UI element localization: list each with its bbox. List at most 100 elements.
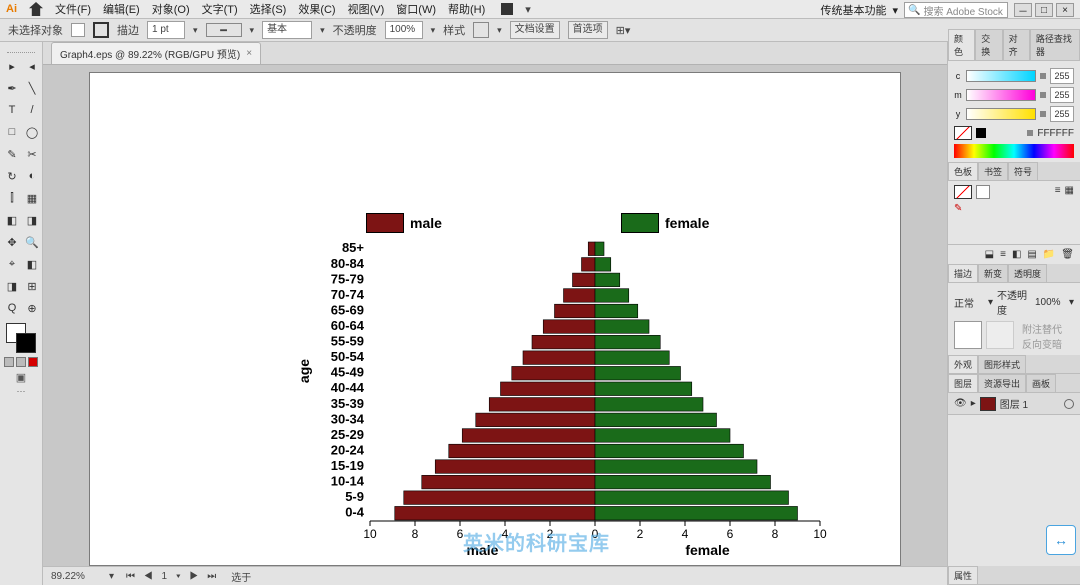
list-view-icon[interactable]: ≡ — [1055, 185, 1061, 199]
panel-tab[interactable]: 交换 — [975, 29, 1002, 60]
maximize-button[interactable]: □ — [1035, 3, 1053, 17]
target-icon[interactable] — [1064, 399, 1074, 409]
menu-item[interactable]: 帮助(H) — [448, 1, 485, 17]
swatches-panel-tabs[interactable]: 色板书签符号 — [948, 162, 1080, 181]
mask-thumb[interactable] — [954, 321, 982, 349]
panel-tab[interactable]: 图形样式 — [978, 355, 1026, 373]
blend-mode-select[interactable]: 正常 — [954, 295, 984, 310]
artboard[interactable]: male female age 85+80-8475-7970-7465-696… — [90, 73, 900, 565]
close-button[interactable]: × — [1056, 3, 1074, 17]
panel-tab[interactable]: 颜色 — [948, 29, 975, 60]
channel-slider[interactable] — [966, 89, 1036, 101]
tool-button[interactable]: ✒ — [3, 79, 21, 97]
tool-button[interactable]: ✎ — [3, 145, 21, 163]
opacity-input[interactable]: 100% — [385, 21, 423, 39]
grid-view-icon[interactable]: ▦ — [1065, 185, 1074, 199]
tool-button[interactable]: ◨ — [3, 277, 21, 295]
stroke-panel-tabs[interactable]: 描边新变透明度 — [948, 264, 1080, 283]
doc-setup-button[interactable]: 文档设置 — [510, 21, 560, 39]
panel-tab[interactable]: 对齐 — [1003, 29, 1030, 60]
tool-button[interactable]: / — [23, 101, 41, 119]
tool-button[interactable]: T — [3, 101, 21, 119]
artboard-nav[interactable]: ⏮ ◀ 1 ▾ ▶ ⏭ — [126, 571, 219, 582]
menu-square-icon[interactable] — [501, 3, 513, 15]
tool-button[interactable]: ✥ — [3, 233, 21, 251]
brush-profile[interactable]: ━ — [206, 23, 242, 37]
channel-slider[interactable] — [966, 70, 1036, 82]
none-swatch-icon[interactable] — [954, 126, 972, 140]
panel-tab[interactable]: 描边 — [948, 264, 978, 282]
menu-item[interactable]: 编辑(E) — [103, 1, 140, 17]
panel-tab[interactable]: 透明度 — [1008, 264, 1047, 282]
file-tab[interactable]: Graph4.eps @ 89.22% (RGB/GPU 预览) × — [51, 42, 261, 64]
panel-tab[interactable]: 画板 — [1026, 374, 1056, 392]
menu-item[interactable]: 文字(T) — [202, 1, 238, 17]
chevron-down-icon[interactable]: ▾ — [109, 571, 114, 582]
black-swatch-icon[interactable] — [976, 128, 986, 138]
fill-stroke-swatches[interactable] — [6, 323, 36, 353]
close-tab-icon[interactable]: × — [246, 48, 252, 59]
prefs-button[interactable]: 首选项 — [568, 21, 608, 39]
trash-icon[interactable]: 🗑 — [1061, 249, 1074, 260]
panel-tab[interactable]: 外观 — [948, 355, 978, 373]
visibility-icon[interactable]: 👁 — [954, 398, 967, 409]
menu-item[interactable]: 文件(F) — [55, 1, 91, 17]
menu-item[interactable]: 对象(O) — [152, 1, 190, 17]
chevron-down-icon[interactable]: ▾ — [892, 4, 898, 17]
tool-button[interactable]: ▸ — [3, 57, 21, 75]
tool-button[interactable]: ⫿ — [3, 189, 21, 207]
tool-button[interactable]: ✂ — [23, 145, 41, 163]
tool-button[interactable]: ◧ — [23, 255, 41, 273]
align-icon[interactable]: ⊞▾ — [616, 24, 631, 37]
brush-def[interactable]: 基本 — [262, 21, 312, 39]
panel-tab[interactable]: 新变 — [978, 264, 1008, 282]
tool-button[interactable]: ╲ — [23, 79, 41, 97]
tool-button[interactable]: Q — [3, 299, 21, 317]
white-swatch[interactable] — [976, 185, 990, 199]
screen-mode-icon[interactable]: ▣ — [16, 371, 26, 384]
menu-item[interactable]: 窗口(W) — [396, 1, 436, 17]
panel-tab[interactable]: 色板 — [948, 162, 978, 180]
spectrum-picker[interactable] — [954, 144, 1074, 158]
style-swatch[interactable] — [473, 22, 489, 38]
tool-button[interactable]: ↻ — [3, 167, 21, 185]
home-icon[interactable] — [29, 2, 43, 16]
panel-menu-icon[interactable]: ⋯ — [17, 386, 26, 397]
folder-icon[interactable]: 📁 — [1043, 249, 1055, 260]
canvas-scroll[interactable]: male female age 85+80-8475-7970-7465-696… — [43, 65, 947, 566]
zoom-input[interactable]: 89.22% — [51, 571, 97, 582]
stroke-swatch-icon[interactable] — [93, 22, 109, 38]
menu-item[interactable]: 效果(C) — [298, 1, 335, 17]
tool-button[interactable]: ◨ — [23, 211, 41, 229]
tool-button[interactable]: ◧ — [3, 211, 21, 229]
transform-icon[interactable]: ◧ — [1012, 249, 1021, 260]
channel-value[interactable]: 255 — [1050, 106, 1074, 122]
panel-tab[interactable]: 路径查找器 — [1030, 29, 1080, 60]
color-panel-tabs[interactable]: 颜色交换对齐路径查找器 — [948, 42, 1080, 61]
panel-grip[interactable] — [7, 46, 35, 53]
tool-button[interactable]: ▦ — [23, 189, 41, 207]
panel-tab[interactable]: 符号 — [1008, 162, 1038, 180]
hex-input[interactable]: FFFFFF — [1037, 128, 1074, 139]
panel-tab[interactable]: 图层 — [948, 374, 978, 392]
expand-icon[interactable]: ▸ — [971, 398, 976, 409]
panel-tab[interactable]: 资源导出 — [978, 374, 1026, 392]
tool-button[interactable]: 🔍 — [23, 233, 41, 251]
align-icon[interactable]: ≡ — [1000, 249, 1006, 260]
channel-value[interactable]: 255 — [1050, 68, 1074, 84]
brush-item-icon[interactable]: ✎ — [954, 203, 1074, 214]
mask-thumb2[interactable] — [986, 321, 1014, 349]
channel-value[interactable]: 255 — [1050, 87, 1074, 103]
draw-modes[interactable] — [4, 357, 38, 367]
tool-button[interactable]: ◂ — [23, 57, 41, 75]
menu-item[interactable]: 选择(S) — [250, 1, 287, 17]
panel-tab[interactable]: 书签 — [978, 162, 1008, 180]
none-swatch-icon[interactable] — [954, 185, 972, 199]
menu-item[interactable]: 视图(V) — [348, 1, 385, 17]
pathfinder-icon[interactable]: ⬓ — [985, 249, 994, 260]
tool-button[interactable]: ◯ — [23, 123, 41, 141]
opacity-input2[interactable]: 100% — [1035, 297, 1065, 308]
workspace-label[interactable]: 传统基本功能 — [820, 2, 886, 18]
layers-panel-tabs[interactable]: 图层资源导出画板 — [948, 374, 1080, 393]
search-stock-input[interactable]: 🔍 搜索 Adobe Stock — [904, 2, 1008, 18]
